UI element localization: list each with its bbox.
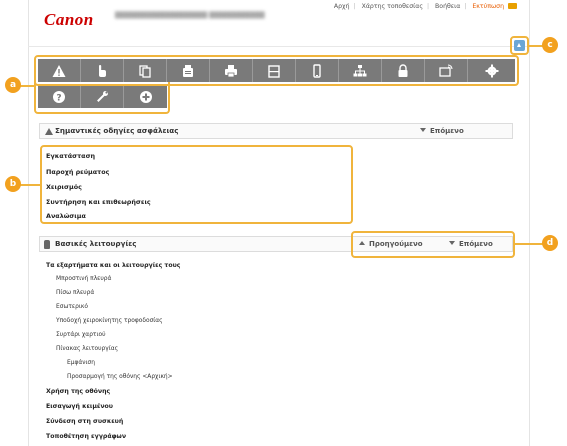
link-help[interactable]: Βοήθεια [435, 3, 460, 10]
tree-using-display[interactable]: Χρήση της οθόνης [46, 388, 110, 395]
hand-small-icon [44, 240, 50, 249]
printer-icon[interactable] [508, 3, 517, 9]
safety-item-handling[interactable]: Χειρισμός [46, 183, 82, 191]
tree-placing-docs[interactable]: Τοποθέτηση εγγράφων [46, 433, 126, 440]
callout-badge-b: b [5, 176, 21, 192]
callout-a-line [20, 85, 35, 87]
tree-paper-drawer[interactable]: Συρτάρι χαρτιού [56, 332, 105, 338]
callout-b-line [20, 184, 41, 186]
callout-c-line [529, 45, 543, 47]
tree-manual-feed[interactable]: Υποδοχή χειροκίνητης τροφοδοσίας [56, 318, 163, 324]
canon-logo[interactable]: Canon [44, 10, 94, 30]
tree-parts-functions[interactable]: Τα εξαρτήματα και οι λειτουργίες τους [46, 262, 180, 269]
tree-back-side[interactable]: Πίσω πλευρά [56, 290, 94, 296]
tree-log-in[interactable]: Σύνδεση στη συσκευή [46, 418, 123, 425]
tree-operation-panel[interactable]: Πίνακας λειτουργίας [56, 346, 118, 352]
safety-section-title: Σημαντικές οδηγίες ασφάλειας [55, 126, 179, 135]
callout-d-frame [351, 231, 515, 258]
callout-badge-d: d [542, 235, 558, 251]
link-print[interactable]: Εκτύπωση [472, 3, 504, 10]
header-divider [28, 46, 530, 47]
tree-display[interactable]: Εμφάνιση [67, 360, 95, 366]
tree-entering-text[interactable]: Εισαγωγή κειμένου [46, 403, 113, 410]
callout-badge-a: a [5, 77, 21, 93]
tree-interior[interactable]: Εσωτερικό [56, 304, 88, 310]
callout-c-frame [510, 36, 529, 55]
chevron-down-icon [420, 128, 426, 132]
safety-section-header: Σημαντικές οδηγίες ασφάλειας Επόμενο [39, 123, 513, 139]
link-sitemap[interactable]: Χάρτης τοποθεσίας [362, 3, 423, 10]
top-links: Αρχή | Χάρτης τοποθεσίας | Βοήθεια | Εκτύπω… [332, 3, 519, 10]
callout-badge-c: c [542, 37, 558, 53]
basic-section-title: Βασικές λειτουργίες [55, 239, 137, 248]
tree-home-customize[interactable]: Προσαρμογή της οθόνης <Αρχική> [67, 374, 173, 380]
safety-item-power[interactable]: Παροχή ρεύματος [46, 168, 109, 176]
model-name-blurred: ████████████████████ ████████████ [115, 12, 265, 19]
warning-small-icon [45, 128, 53, 135]
link-home[interactable]: Αρχή [334, 3, 350, 10]
callout-d-line [515, 243, 543, 245]
safety-item-installation[interactable]: Εγκατάσταση [46, 152, 95, 160]
callout-a-frame-lower [34, 82, 170, 114]
safety-item-maintenance[interactable]: Συντήρηση και επιθεωρήσεις [46, 198, 151, 206]
safety-item-consumables[interactable]: Αναλώσιμα [46, 212, 86, 220]
tree-front-side[interactable]: Μπροστινή πλευρά [56, 276, 111, 282]
safety-next-link[interactable]: Επόμενο [420, 127, 464, 135]
